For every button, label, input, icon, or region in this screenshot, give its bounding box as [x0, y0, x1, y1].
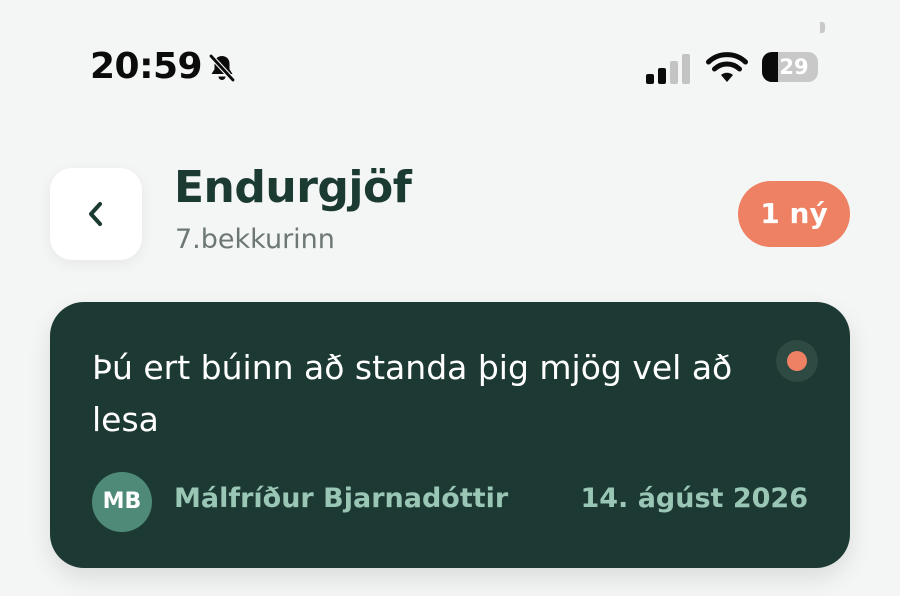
- feedback-date: 14. ágúst 2026: [580, 483, 808, 514]
- status-time: 20:59: [90, 46, 203, 87]
- feedback-screen: 20:59 29 Endurgjöf 7.bekkurinn 1 ný Þú e…: [0, 0, 900, 596]
- cellular-signal-icon: [646, 54, 690, 84]
- author-name: Málfríður Bjarnadóttir: [174, 483, 509, 514]
- wifi-icon: [706, 52, 748, 82]
- feedback-card[interactable]: Þú ert búinn að standa þig mjög vel að l…: [50, 302, 850, 568]
- back-button[interactable]: [50, 168, 142, 260]
- chevron-left-icon: [89, 202, 102, 226]
- new-count-badge: 1 ný: [738, 181, 850, 247]
- unread-dot-icon: [787, 351, 807, 371]
- battery-icon: 29: [762, 52, 818, 82]
- class-subtitle: 7.bekkurinn: [175, 224, 335, 255]
- avatar: MB: [92, 472, 152, 532]
- status-bar: 20:59 29: [0, 40, 900, 96]
- battery-nub: [820, 22, 825, 33]
- page-title: Endurgjöf: [174, 162, 412, 213]
- bell-slash-icon: [209, 54, 235, 82]
- feedback-message: Þú ert búinn að standa þig mjög vel að l…: [92, 348, 733, 439]
- battery-percent: 29: [779, 55, 809, 79]
